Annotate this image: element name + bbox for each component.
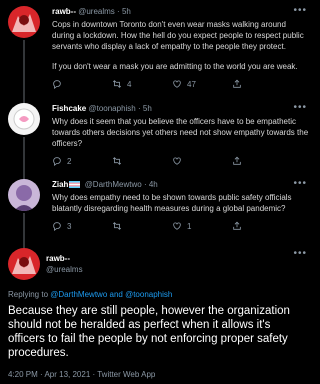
- share-icon: [233, 156, 241, 165]
- user-handle[interactable]: @urealms: [78, 7, 115, 16]
- main-tweet: ••• rawb-- @urealms Replying to @DarthMe…: [0, 242, 317, 379]
- tweet-paragraph: Why does empathy need to be shown toward…: [52, 193, 292, 213]
- avatar[interactable]: [8, 179, 40, 211]
- like-button[interactable]: 1: [172, 221, 232, 231]
- share-button[interactable]: [232, 221, 247, 231]
- share-button[interactable]: [232, 156, 247, 166]
- user-handle[interactable]: @DarthMewtwo: [85, 180, 142, 189]
- tweet-metadata[interactable]: 4:20 PM · Apr 13, 2021 · Twitter Web App: [8, 370, 309, 379]
- main-tweet-header: rawb-- @urealms: [8, 248, 309, 280]
- tweet-actions: 3 1: [52, 220, 309, 232]
- reply-count: 2: [67, 156, 72, 166]
- reply-icon: [53, 157, 61, 166]
- like-icon: [173, 157, 181, 165]
- retweet-button[interactable]: [112, 156, 172, 166]
- avatar[interactable]: [8, 248, 40, 280]
- more-icon[interactable]: •••: [293, 178, 307, 189]
- retweet-count: 4: [127, 79, 132, 89]
- avatar[interactable]: [8, 103, 40, 135]
- share-icon: [233, 221, 241, 230]
- tweet-text: Why does it seem that you believe the of…: [52, 116, 309, 149]
- like-count: 1: [187, 221, 192, 231]
- more-icon[interactable]: •••: [293, 5, 307, 16]
- tweet-rawb[interactable]: ••• rawb-- @urealms · 5h Cops in downtow…: [0, 0, 317, 116]
- retweet-button[interactable]: [112, 221, 172, 231]
- display-name[interactable]: rawb--: [46, 253, 83, 264]
- timestamp[interactable]: 4h: [149, 180, 158, 189]
- separator: ·: [137, 104, 141, 113]
- retweet-icon: [112, 222, 122, 230]
- tweet-header: Fishcake @toonaphish · 5h: [52, 103, 309, 114]
- like-count: 47: [187, 79, 196, 89]
- tweet-text: Cops in downtown Toronto don't even wear…: [52, 19, 309, 72]
- display-name[interactable]: Fishcake: [52, 104, 86, 113]
- reply-button[interactable]: 2: [52, 156, 112, 166]
- tweet-paragraph: Why does it seem that you believe the of…: [52, 117, 309, 148]
- like-button[interactable]: [172, 156, 232, 166]
- avatar[interactable]: [8, 6, 40, 38]
- replying-prefix: Replying to: [8, 290, 51, 299]
- more-icon[interactable]: •••: [293, 248, 307, 259]
- like-icon: [173, 222, 181, 230]
- mention-link[interactable]: @toonaphish: [125, 290, 172, 299]
- mention-link[interactable]: @DarthMewtwo: [50, 290, 107, 299]
- reply-button[interactable]: [52, 79, 112, 89]
- tweet-paragraph: If you don't wear a mask you are admitti…: [52, 62, 298, 71]
- tweet-text: Why does empathy need to be shown toward…: [52, 192, 309, 214]
- timestamp[interactable]: 5h: [143, 104, 152, 113]
- trans-flag-icon: [69, 181, 81, 188]
- more-icon[interactable]: •••: [293, 102, 307, 113]
- tweet-ziah[interactable]: ••• Ziah @DarthMewtwo · 4h Why does empa…: [0, 175, 317, 261]
- reply-count: 3: [67, 221, 72, 231]
- like-icon: [173, 80, 181, 88]
- tweet-header: rawb-- @urealms · 5h: [52, 6, 309, 17]
- replying-to: Replying to @DarthMewtwo and @toonaphish: [8, 290, 309, 299]
- tweet-paragraph: Cops in downtown Toronto don't even wear…: [52, 20, 304, 51]
- tweet-fishcake[interactable]: ••• Fishcake @toonaphish · 5h Why does i…: [0, 99, 317, 181]
- display-name[interactable]: rawb--: [52, 7, 76, 16]
- tweet-thread: ••• rawb-- @urealms · 5h Cops in downtow…: [0, 0, 317, 384]
- retweet-button[interactable]: 4: [112, 79, 172, 89]
- like-button[interactable]: 47: [172, 79, 232, 89]
- tweet-actions: 4 47: [52, 78, 309, 90]
- main-tweet-text: Because they are still people, however t…: [8, 305, 290, 359]
- retweet-icon: [112, 80, 122, 88]
- replying-and: and: [107, 290, 126, 299]
- share-icon: [233, 79, 241, 88]
- display-name[interactable]: Ziah: [52, 180, 68, 189]
- user-handle[interactable]: @urealms: [46, 264, 83, 275]
- separator: ·: [143, 180, 147, 189]
- separator: ·: [117, 7, 120, 16]
- retweet-icon: [112, 157, 122, 165]
- tweet-actions: 2: [52, 155, 309, 167]
- tweet-header: Ziah @DarthMewtwo · 4h: [52, 179, 309, 190]
- share-button[interactable]: [232, 79, 247, 89]
- reply-icon: [53, 80, 61, 89]
- reply-button[interactable]: 3: [52, 221, 112, 231]
- reply-icon: [53, 222, 61, 231]
- user-handle[interactable]: @toonaphish: [88, 104, 135, 113]
- timestamp[interactable]: 5h: [122, 7, 131, 16]
